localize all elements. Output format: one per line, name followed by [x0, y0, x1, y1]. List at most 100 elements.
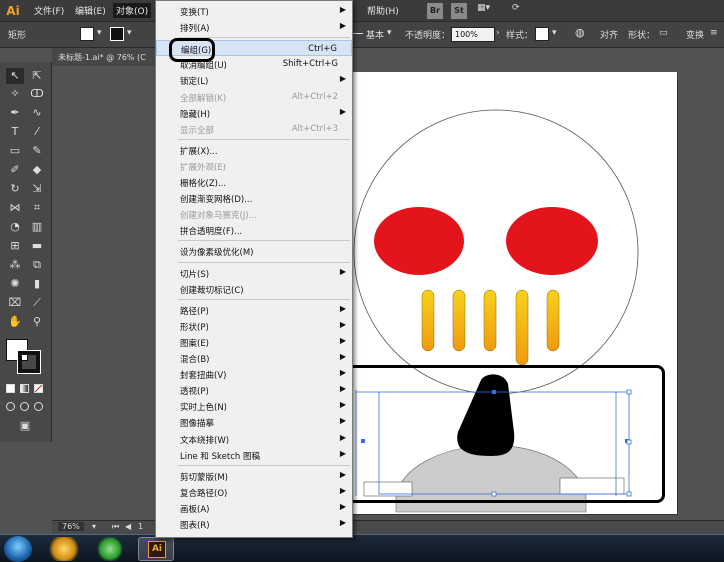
direct-selection-tool-icon[interactable]: ⇱	[28, 68, 46, 84]
menu-edit[interactable]: 编辑(E)	[75, 4, 106, 17]
selection-tool-icon[interactable]: ↖	[6, 68, 24, 84]
paintbrush-tool-icon[interactable]: ✎	[28, 143, 46, 159]
blend-tool-icon[interactable]: ⧉	[28, 257, 46, 273]
object-menu-item[interactable]: 实时上色(N) ▶	[156, 398, 352, 414]
rectangle-tool-icon[interactable]: ▭	[6, 143, 24, 159]
slice-tool-icon[interactable]: ⟋	[28, 295, 46, 311]
style-dropdown-icon[interactable]: ▾	[552, 28, 557, 38]
gradient-tool-icon[interactable]: ▬	[28, 238, 46, 254]
type-tool-icon[interactable]: T	[6, 124, 24, 140]
object-menu-item[interactable]: 排列(A) ▶	[156, 19, 352, 35]
object-menu-item[interactable]: 隐藏(H) ▶	[156, 105, 352, 121]
shaper-tool-icon[interactable]: ✐	[6, 162, 24, 178]
object-menu-item[interactable]: 复合路径(O) ▶	[156, 484, 352, 500]
object-menu-item[interactable]: 栅格化(Z)...	[156, 174, 352, 190]
curvature-tool-icon[interactable]: ∿	[28, 105, 46, 121]
paint-app-icon[interactable]	[46, 537, 82, 561]
left-eye[interactable]	[374, 207, 464, 275]
line-tool-icon[interactable]: ⁄	[28, 124, 46, 140]
prev-artboard-icon[interactable]: ◀	[125, 522, 131, 531]
stroke-swatch[interactable]	[110, 27, 124, 41]
hand-tool-icon[interactable]: ✋	[6, 314, 24, 330]
object-menu-item[interactable]: 变换(T) ▶	[156, 3, 352, 19]
object-menu-item[interactable]: 路径(P) ▶	[156, 302, 352, 318]
scale-tool-icon[interactable]: ⇲	[28, 181, 46, 197]
menu-help[interactable]: 帮助(H)	[367, 4, 399, 17]
object-menu-item[interactable]: 锁定(L) ▶	[156, 72, 352, 88]
lasso-tool-icon[interactable]: ↀ	[28, 86, 46, 102]
color-mode-icon[interactable]	[6, 384, 15, 393]
object-menu-item[interactable]: 图表(R) ▶	[156, 516, 352, 532]
draw-behind-icon[interactable]	[20, 402, 29, 411]
draw-normal-icon[interactable]	[6, 402, 15, 411]
zoom-dropdown-icon[interactable]: ▾	[92, 522, 96, 531]
screen-mode-icon[interactable]: ▣	[16, 418, 34, 434]
object-menu-item[interactable]: 封套扭曲(V) ▶	[156, 366, 352, 382]
align-button[interactable]: 对齐	[600, 28, 618, 41]
draw-inside-icon[interactable]	[34, 402, 43, 411]
perspective-grid-tool-icon[interactable]: ▥	[28, 219, 46, 235]
none-mode-icon[interactable]	[34, 384, 43, 393]
artboard-number[interactable]: 1	[138, 522, 143, 531]
object-menu-item[interactable]: 画板(A) ▶	[156, 500, 352, 516]
magic-wand-tool-icon[interactable]: ✧	[6, 86, 24, 102]
stroke-style-label[interactable]: 基本	[366, 28, 384, 41]
transform-button[interactable]: 变换	[686, 28, 704, 41]
object-menu-item[interactable]: 形状(P) ▶	[156, 318, 352, 334]
shape-builder-tool-icon[interactable]: ◔	[6, 219, 24, 235]
tooth-5[interactable]	[546, 289, 560, 352]
sync-icon[interactable]: ⟳	[512, 3, 520, 19]
zoom-tool-icon[interactable]: ⚲	[28, 314, 46, 330]
stroke-dropdown-icon[interactable]: ▾	[127, 28, 132, 38]
object-menu-item[interactable]: 拼合透明度(F)...	[156, 222, 352, 238]
object-menu-item[interactable]: 透视(P) ▶	[156, 382, 352, 398]
object-menu-item[interactable]: 设为像素级优化(M)	[156, 243, 352, 259]
refresh-app-icon[interactable]	[92, 537, 128, 561]
illustrator-taskbar-button[interactable]: Ai	[138, 537, 174, 561]
eyedropper-tool-icon[interactable]: ⁂	[6, 257, 24, 273]
object-menu-item[interactable]: 图案(E) ▶	[156, 334, 352, 350]
free-transform-tool-icon[interactable]: ⌗	[28, 200, 46, 216]
object-menu-item[interactable]: 图像描摹 ▶	[156, 414, 352, 430]
object-menu-item[interactable]: 创建裁切标记(C)	[156, 281, 352, 297]
document-tab[interactable]: 未标题-1.ai* @ 76% (C	[52, 48, 162, 66]
right-eye[interactable]	[506, 207, 598, 275]
gradient-mode-icon[interactable]	[20, 384, 29, 393]
object-menu-item[interactable]: 切片(S) ▶	[156, 265, 352, 281]
object-menu-item[interactable]: 混合(B) ▶	[156, 350, 352, 366]
first-artboard-icon[interactable]: ⏮	[112, 522, 119, 532]
artboard-tool-icon[interactable]: ⌧	[6, 295, 24, 311]
start-button-icon[interactable]	[4, 536, 32, 562]
stroke-style-dropdown-icon[interactable]: ▾	[387, 28, 392, 38]
column-graph-tool-icon[interactable]: ▮	[28, 276, 46, 292]
recolor-icon[interactable]: ◍	[575, 26, 585, 39]
object-menu-item[interactable]: 文本绕排(W) ▶	[156, 431, 352, 447]
object-menu-item[interactable]: Line 和 Sketch 图稿 ▶	[156, 447, 352, 463]
tooth-3[interactable]	[483, 289, 497, 352]
opacity-field[interactable]: 100%	[451, 27, 495, 42]
stroke-color-box[interactable]	[17, 350, 41, 374]
opacity-dropdown-icon[interactable]: ›	[496, 28, 500, 38]
object-menu-item[interactable]: 剪切蒙版(M) ▶	[156, 468, 352, 484]
pen-tool-icon[interactable]: ✒	[6, 105, 24, 121]
tooth-4[interactable]	[515, 289, 529, 366]
tooth-2[interactable]	[452, 289, 466, 352]
rotate-tool-icon[interactable]: ↻	[6, 181, 24, 197]
mesh-tool-icon[interactable]: ⊞	[6, 238, 24, 254]
object-menu-item[interactable]: 扩展(X)...	[156, 142, 352, 158]
more-options-icon[interactable]: ≡	[710, 28, 718, 38]
fill-dropdown-icon[interactable]: ▾	[97, 28, 102, 38]
tooth-1[interactable]	[421, 289, 435, 352]
width-tool-icon[interactable]: ⋈	[6, 200, 24, 216]
style-swatch[interactable]	[535, 27, 549, 41]
symbol-sprayer-tool-icon[interactable]: ✺	[6, 276, 24, 292]
object-menu-item[interactable]: 创建渐变网格(D)...	[156, 190, 352, 206]
menu-file[interactable]: 文件(F)	[34, 4, 64, 17]
stock-badge[interactable]: St	[451, 3, 467, 19]
fill-swatch[interactable]	[80, 27, 94, 41]
shape-options-icon[interactable]: ▭	[659, 28, 668, 38]
eraser-tool-icon[interactable]: ◆	[28, 162, 46, 178]
workspace-grid-icon[interactable]: ▦▾	[477, 3, 490, 19]
zoom-level[interactable]: 76%	[58, 522, 84, 531]
menu-object[interactable]: 对象(O)	[113, 3, 152, 18]
